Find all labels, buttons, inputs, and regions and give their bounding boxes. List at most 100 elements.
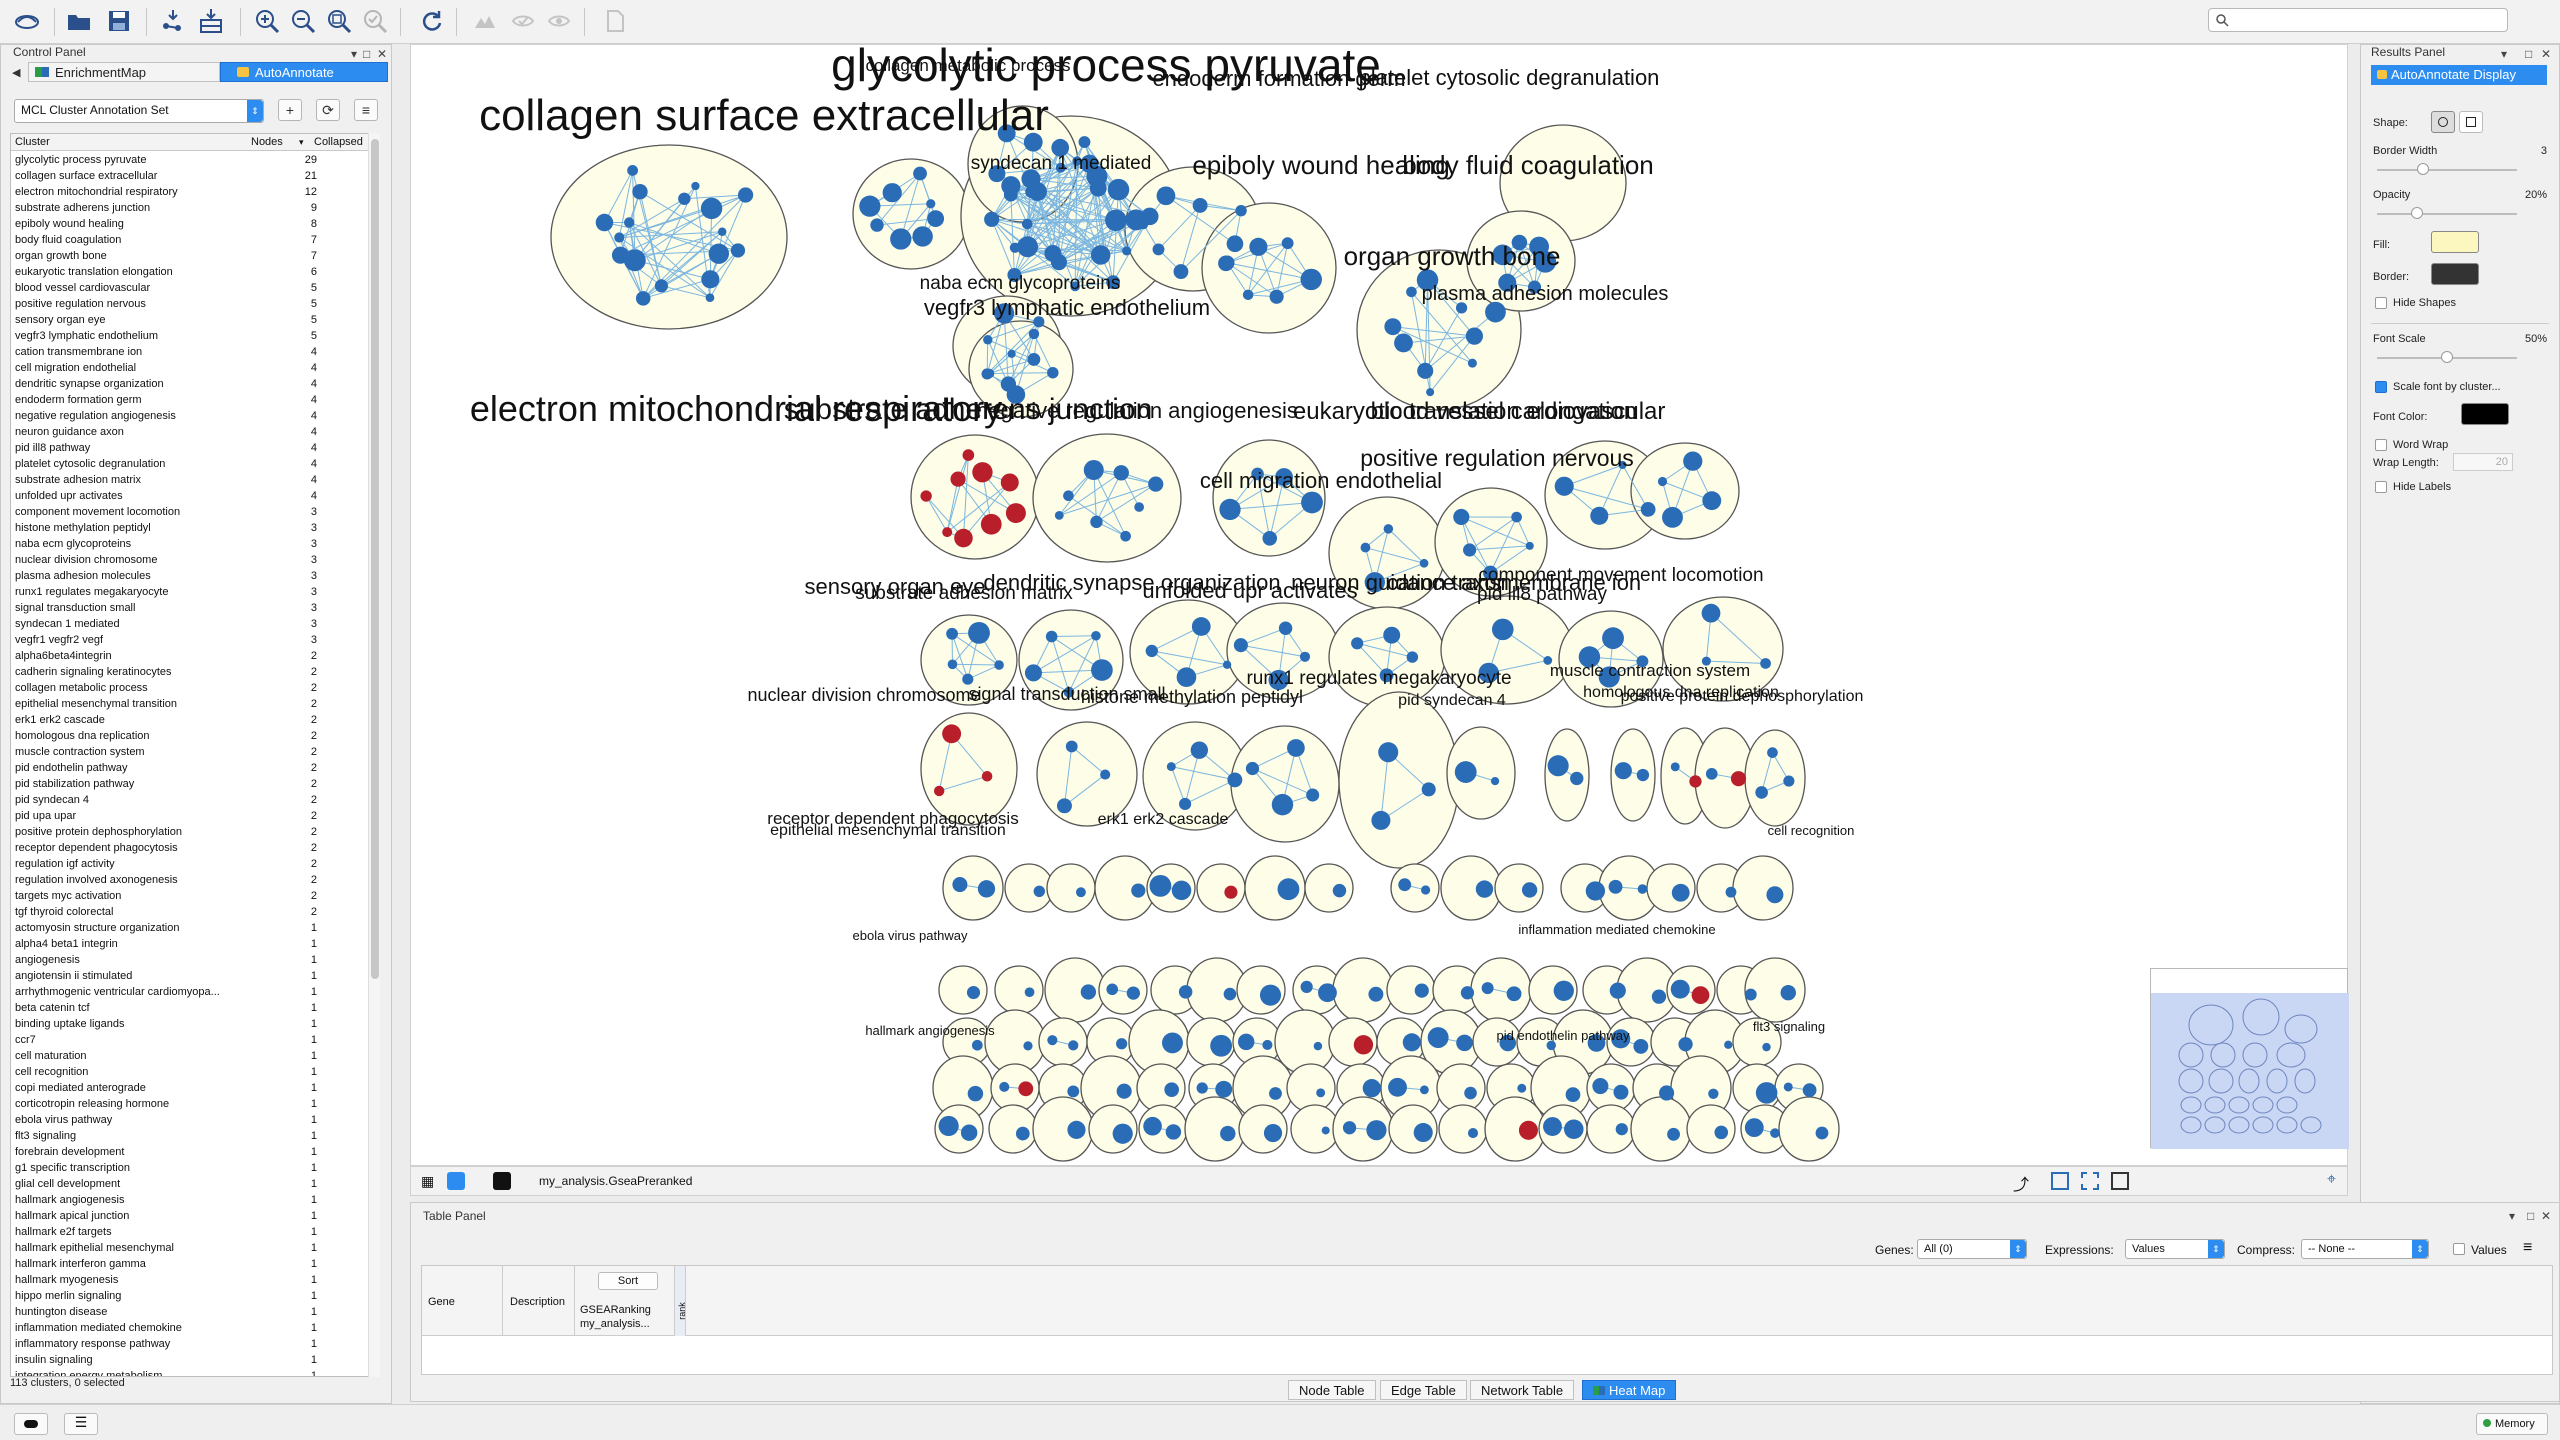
network-overview[interactable] — [2150, 968, 2349, 1149]
menu-button[interactable]: ≡ — [354, 99, 378, 121]
table-row[interactable]: plasma adhesion molecules 3 — [11, 568, 371, 584]
table-row[interactable]: inflammation mediated chemokine 1 — [11, 1320, 371, 1336]
table-row[interactable]: eukaryotic translation elongation 6 — [11, 264, 371, 280]
network-node[interactable] — [994, 660, 1004, 670]
shape-ellipse-button[interactable] — [2431, 111, 2455, 133]
network-node[interactable] — [1708, 1088, 1719, 1099]
table-row[interactable]: glycolytic process pyruvate 29 — [11, 152, 371, 168]
network-node[interactable] — [1007, 349, 1016, 358]
network-node[interactable] — [737, 187, 754, 203]
network-node[interactable] — [1744, 988, 1757, 1001]
network-node[interactable] — [1281, 237, 1294, 250]
network-node[interactable] — [1744, 1118, 1764, 1138]
network-node[interactable] — [1044, 244, 1062, 262]
column-nodes[interactable]: Nodes — [251, 136, 283, 148]
network-node[interactable] — [946, 627, 958, 640]
table-row[interactable]: hallmark e2f targets 1 — [11, 1224, 371, 1240]
network-node[interactable] — [1005, 503, 1026, 524]
table-row[interactable]: homologous dna replication 2 — [11, 728, 371, 744]
table-row[interactable]: nuclear division chromosome 3 — [11, 552, 371, 568]
network-node[interactable] — [1105, 209, 1127, 232]
network-view[interactable]: glycolytic process pyruvate collagen surf… — [410, 44, 2348, 1166]
network-node[interactable] — [1633, 1038, 1649, 1054]
scale-font-checkbox[interactable] — [2375, 381, 2387, 393]
cluster-shape[interactable] — [1338, 691, 1460, 869]
network-node[interactable] — [952, 876, 968, 893]
network-node[interactable] — [1564, 1119, 1584, 1140]
network-node[interactable] — [1028, 328, 1040, 340]
network-node[interactable] — [920, 490, 932, 502]
network-node[interactable] — [1131, 883, 1146, 898]
network-node[interactable] — [1464, 1086, 1477, 1100]
network-node[interactable] — [1659, 1085, 1675, 1101]
border-width-knob[interactable] — [2417, 163, 2429, 175]
network-node[interactable] — [1517, 1083, 1527, 1093]
network-node[interactable] — [1767, 747, 1778, 758]
network-node[interactable] — [1300, 980, 1313, 993]
network-node[interactable] — [1705, 767, 1718, 780]
network-node[interactable] — [1570, 771, 1584, 786]
network-node[interactable] — [1223, 987, 1237, 1001]
network-node[interactable] — [1056, 798, 1072, 814]
table-row[interactable]: cation transmembrane ion 4 — [11, 344, 371, 360]
cluster-label[interactable]: platelet cytosolic degranulation — [1359, 65, 1660, 90]
network-node[interactable] — [1667, 1127, 1680, 1141]
network-node[interactable] — [962, 449, 975, 461]
table-row[interactable]: signal transduction small 3 — [11, 600, 371, 616]
network-node[interactable] — [1613, 1084, 1629, 1100]
network-node[interactable] — [691, 181, 700, 191]
network-node[interactable] — [926, 199, 936, 209]
network-node[interactable] — [1178, 985, 1193, 999]
network-node[interactable] — [1173, 264, 1189, 279]
close-icon[interactable]: ✕ — [2541, 47, 2551, 61]
network-node[interactable] — [966, 985, 981, 1000]
network-node[interactable] — [1235, 204, 1247, 217]
table-row[interactable]: receptor dependent phagocytosis 2 — [11, 840, 371, 856]
network-node[interactable] — [1547, 755, 1569, 777]
cluster-label[interactable]: collagen metabolic process — [865, 56, 1070, 75]
table-row[interactable]: naba ecm glycoproteins 3 — [11, 536, 371, 552]
close-icon[interactable]: ✕ — [377, 47, 387, 61]
network-node[interactable] — [1120, 530, 1131, 542]
network-node[interactable] — [1300, 268, 1322, 291]
network-node[interactable] — [1662, 506, 1683, 528]
network-node[interactable] — [1220, 1125, 1236, 1142]
network-node[interactable] — [1683, 451, 1703, 471]
network-node[interactable] — [1368, 986, 1384, 1002]
network-node[interactable] — [1047, 366, 1059, 379]
network-node[interactable] — [1191, 617, 1211, 636]
table-row[interactable]: body fluid coagulation 7 — [11, 232, 371, 248]
cluster-label[interactable]: inflammation mediated chemokine — [1518, 922, 1715, 937]
network-node[interactable] — [1783, 775, 1795, 787]
table-row[interactable]: angiogenesis 1 — [11, 952, 371, 968]
table-row[interactable]: unfolded upr activates 4 — [11, 488, 371, 504]
network-node[interactable] — [1045, 630, 1058, 643]
float-icon[interactable]: □ — [363, 47, 370, 61]
float-icon[interactable]: □ — [2525, 47, 2532, 61]
network-node[interactable] — [1122, 246, 1132, 256]
network-node[interactable] — [1271, 793, 1294, 816]
table-row[interactable]: positive protein dephosphorylation 2 — [11, 824, 371, 840]
cluster-shape[interactable] — [1390, 863, 1440, 913]
network-node[interactable] — [977, 880, 996, 898]
network-node[interactable] — [1388, 1077, 1407, 1097]
network-node[interactable] — [1278, 621, 1293, 635]
cluster-shape[interactable] — [1094, 855, 1156, 921]
network-node[interactable] — [1366, 1120, 1387, 1141]
cytoscape-logo-icon[interactable] — [12, 6, 42, 36]
cluster-label[interactable]: flt3 signaling — [1753, 1019, 1825, 1034]
share-icon[interactable] — [447, 1172, 465, 1190]
network-node[interactable] — [1113, 465, 1129, 481]
table-row[interactable]: collagen surface extracellular 21 — [11, 168, 371, 184]
network-node[interactable] — [1196, 1082, 1208, 1094]
table-row[interactable]: runx1 regulates megakaryocyte 3 — [11, 584, 371, 600]
cluster-label[interactable]: plasma adhesion molecules — [1422, 283, 1669, 305]
network-node[interactable] — [654, 279, 669, 293]
table-row[interactable]: pid ill8 pathway 4 — [11, 440, 371, 456]
network-node[interactable] — [1015, 1126, 1030, 1141]
table-row[interactable]: hallmark interferon gamma 1 — [11, 1256, 371, 1272]
network-node[interactable] — [1269, 289, 1284, 304]
close-icon[interactable]: ✕ — [2541, 1209, 2551, 1223]
network-node[interactable] — [1670, 762, 1680, 772]
cluster-label[interactable]: hallmark angiogenesis — [865, 1023, 995, 1038]
